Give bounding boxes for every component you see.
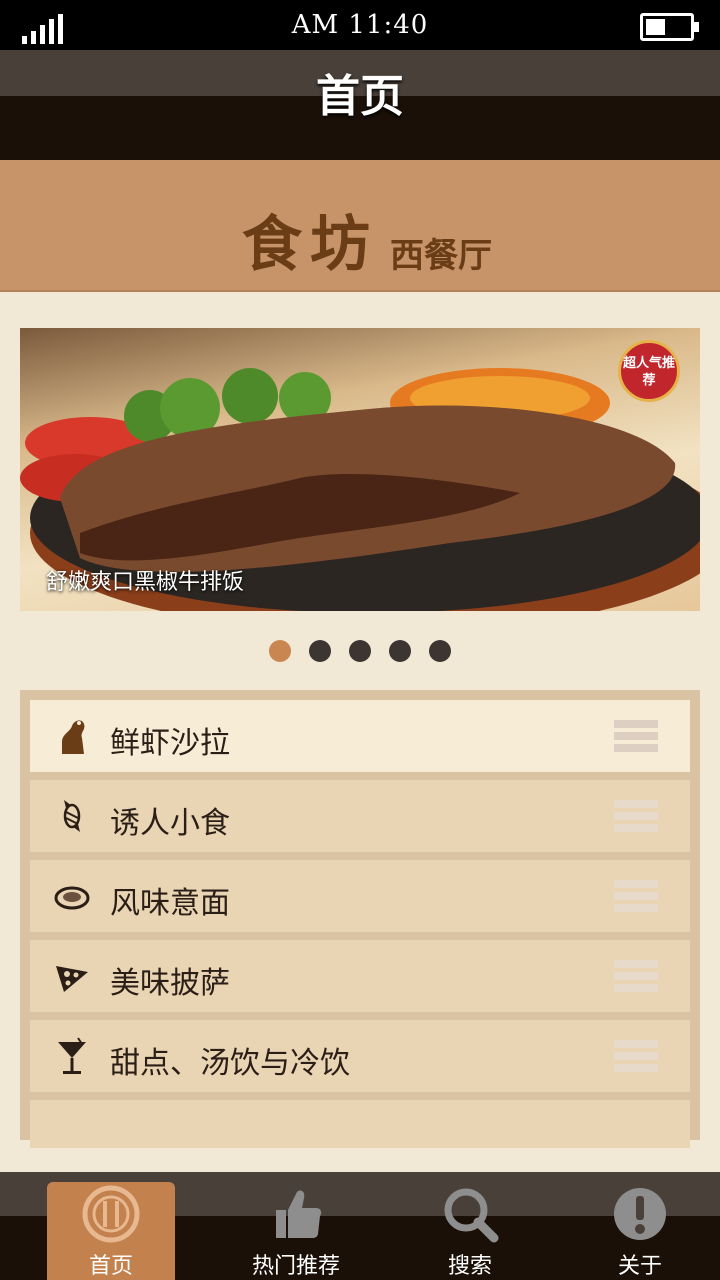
brand-subtitle: 西餐厅 [390, 236, 492, 276]
battery-icon [640, 13, 699, 41]
tab-label: 首页 [88, 1254, 133, 1279]
drag-handle-icon[interactable] [614, 800, 658, 840]
carousel-dot[interactable] [429, 640, 451, 662]
candy-icon [63, 800, 81, 832]
menu-item-label: 诱人小食 [110, 806, 230, 841]
menu-item-pasta[interactable]: 风味意面 [30, 860, 690, 932]
featured-banner[interactable]: 超人气推荐 舒嫩爽口黑椒牛排饭 [20, 328, 700, 611]
tab-home[interactable]: 首页 [47, 1182, 175, 1280]
tab-hot-picks[interactable]: 热门推荐 [232, 1182, 360, 1280]
carousel-dot[interactable] [269, 640, 291, 662]
carousel-dot[interactable] [309, 640, 331, 662]
page-title: 首页 [316, 71, 404, 122]
cocktail-icon [58, 1037, 86, 1074]
drag-handle-icon[interactable] [614, 960, 658, 1000]
banner-caption: 舒嫩爽口黑椒牛排饭 [46, 570, 245, 595]
pasta-bowl-icon [54, 886, 90, 910]
info-icon [614, 1188, 666, 1240]
menu-item-pizza[interactable]: 美味披萨 [30, 940, 690, 1012]
menu-item-label: 风味意面 [110, 886, 230, 921]
menu-item-label: 美味披萨 [110, 966, 230, 1001]
menu-item-desserts-drinks[interactable]: 甜点、汤饮与冷饮 [30, 1020, 690, 1092]
drag-handle-icon[interactable] [614, 720, 658, 760]
carousel-dot[interactable] [349, 640, 371, 662]
carousel-dot[interactable] [389, 640, 411, 662]
menu-item-label: 甜点、汤饮与冷饮 [110, 1046, 350, 1081]
thumbs-up-icon [276, 1190, 322, 1238]
search-icon [444, 1188, 499, 1243]
promo-badge: 超人气推荐 [618, 340, 680, 402]
menu-item-snacks[interactable]: 诱人小食 [30, 780, 690, 852]
brand-name: 食坊 [242, 210, 378, 280]
shrimp-icon [62, 720, 85, 754]
menu-item-label: 鲜虾沙拉 [110, 726, 230, 761]
drag-handle-icon[interactable] [614, 1040, 658, 1080]
tab-label: 热门推荐 [251, 1254, 340, 1279]
pizza-icon [56, 966, 88, 992]
carousel-dots [0, 640, 720, 664]
menu-item-empty [30, 1100, 690, 1148]
tab-bar: 首页 热门推荐 搜索 关于 [0, 1172, 720, 1280]
tab-about[interactable]: 关于 [576, 1182, 704, 1280]
status-time: AM 11:40 [291, 10, 429, 40]
home-utensils-icon [82, 1185, 140, 1243]
menu-list: 鲜虾沙拉 诱人小食 风味意面 美味披萨 甜点、汤饮与冷饮 [20, 690, 700, 1148]
tab-search[interactable]: 搜索 [406, 1182, 534, 1280]
drag-handle-icon[interactable] [614, 880, 658, 920]
tab-label: 关于 [617, 1254, 662, 1279]
menu-item-shrimp-salad[interactable]: 鲜虾沙拉 [30, 700, 690, 772]
tab-label: 搜索 [447, 1254, 492, 1279]
status-bar: AM 11:40 [0, 0, 720, 50]
